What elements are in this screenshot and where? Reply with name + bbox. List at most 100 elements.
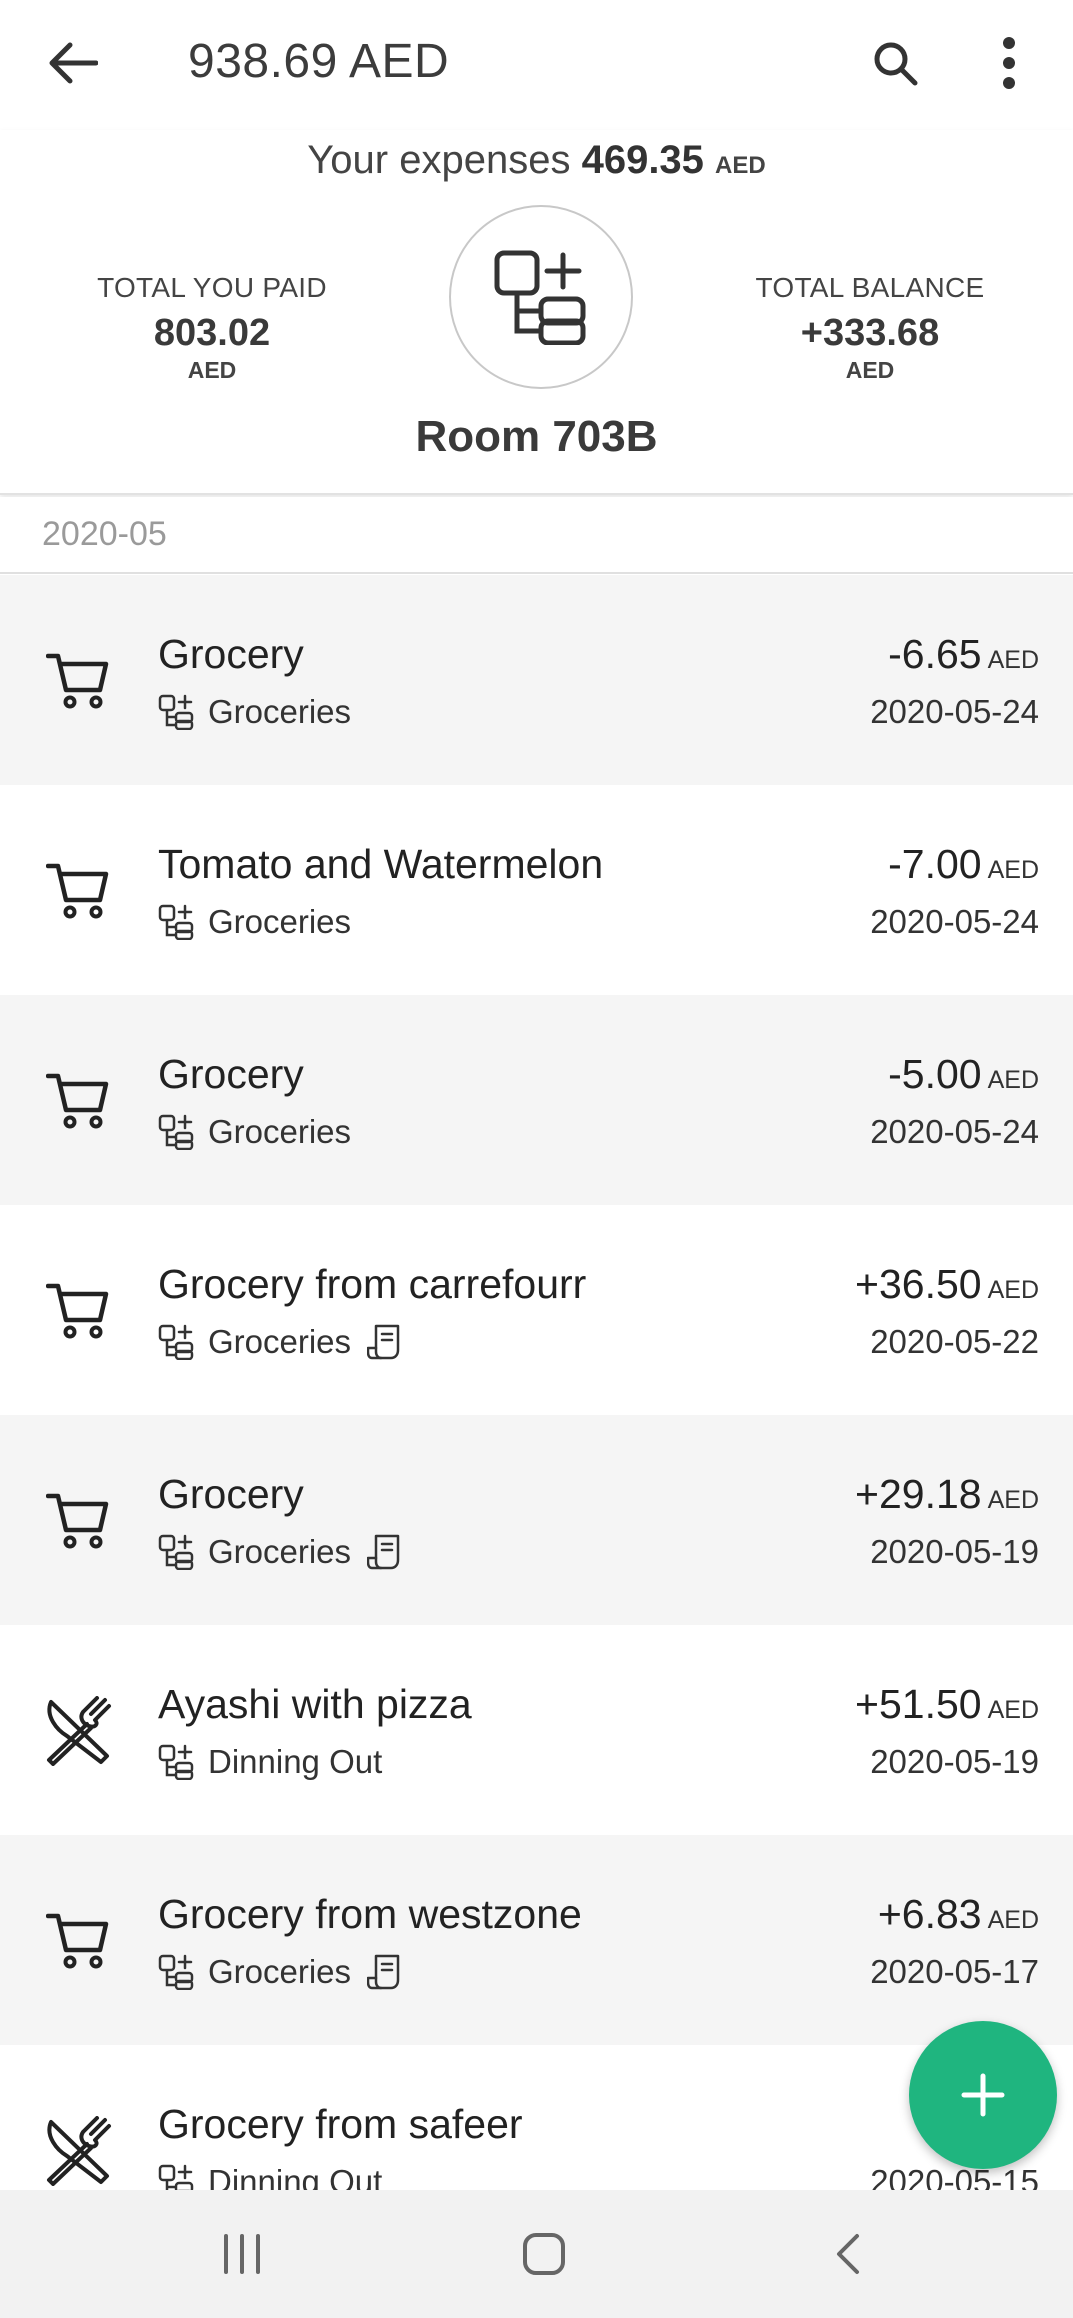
group-category-icon[interactable] bbox=[449, 205, 633, 389]
total-paid-value: 803.02 bbox=[153, 312, 271, 354]
group-name: Room 703B bbox=[415, 412, 658, 461]
expense-amount-unit: AED bbox=[987, 856, 1039, 884]
expense-amount: +29.18 AED bbox=[855, 1471, 1039, 1518]
expense-date: 2020-05-17 bbox=[870, 1953, 1039, 1990]
receipt-icon bbox=[367, 1954, 401, 1990]
your-expenses: Your expenses 469.35 AED bbox=[0, 138, 1073, 183]
expense-category: Groceries bbox=[158, 1112, 351, 1152]
search-icon[interactable] bbox=[862, 30, 928, 96]
cart-icon bbox=[40, 643, 116, 719]
expense-amount-unit: AED bbox=[987, 1906, 1039, 1934]
expense-category-label: Groceries bbox=[208, 1323, 352, 1360]
total-balance-value: +333.68 bbox=[800, 312, 940, 354]
total-balance-label: TOTAL BALANCE bbox=[755, 272, 985, 303]
expense-amount-unit: AED bbox=[987, 1276, 1039, 1304]
cart-icon bbox=[40, 1483, 116, 1559]
expense-date: 2020-05-22 bbox=[870, 1323, 1039, 1360]
expense-title: Grocery from carrefourr bbox=[158, 1261, 587, 1307]
expense-amount-value: -5.00 bbox=[888, 1051, 982, 1097]
group-summary: Your expenses 469.35 AED TOTAL YOU PAID … bbox=[0, 130, 1073, 495]
total-paid-label: TOTAL YOU PAID bbox=[97, 272, 327, 303]
cart-icon bbox=[40, 1273, 116, 1349]
plus-icon bbox=[961, 2073, 1005, 2117]
category-icon bbox=[158, 1744, 194, 1780]
expense-amount: +51.50 AED bbox=[855, 1681, 1039, 1728]
category-icon bbox=[158, 904, 194, 940]
expense-category: Groceries bbox=[158, 1532, 401, 1572]
expense-row[interactable]: Grocery Groceries +29.18 AED 2020-05-19 bbox=[0, 1415, 1073, 1625]
month-label: 2020-05 bbox=[42, 515, 167, 553]
category-icon bbox=[158, 1954, 194, 1990]
your-expenses-label: Your expenses bbox=[307, 138, 571, 182]
expense-row[interactable]: Grocery from westzone Groceries +6.83 AED 20… bbox=[0, 1835, 1073, 2045]
expense-amount-value: -6.65 bbox=[888, 631, 982, 677]
expense-category: Groceries bbox=[158, 902, 351, 942]
expense-amount: -5.00 AED bbox=[888, 1051, 1039, 1098]
cart-icon bbox=[40, 853, 116, 929]
expense-date: 2020-05-24 bbox=[870, 903, 1039, 940]
expense-amount-value: -7.00 bbox=[888, 841, 982, 887]
receipt-icon bbox=[367, 1324, 401, 1360]
expense-title: Grocery bbox=[158, 1051, 304, 1097]
expense-row[interactable]: Grocery Groceries -5.00 AED 2020-05-24 bbox=[0, 995, 1073, 1205]
expense-category: Dinning Out bbox=[158, 1742, 382, 1782]
expense-amount-unit: AED bbox=[987, 1486, 1039, 1514]
expense-category: Groceries bbox=[158, 1322, 401, 1362]
expense-category-label: Groceries bbox=[208, 1113, 352, 1150]
cart-icon bbox=[40, 1903, 116, 1979]
total-paid: TOTAL YOU PAID 803.02 AED bbox=[62, 272, 362, 384]
arrow-left-icon[interactable] bbox=[40, 30, 106, 96]
expense-title: Grocery from westzone bbox=[158, 1891, 582, 1937]
expense-row[interactable]: Grocery Groceries -6.65 AED 2020-05-24 bbox=[0, 575, 1073, 785]
category-icon bbox=[158, 694, 194, 730]
your-expenses-value: 469.35 bbox=[581, 138, 704, 182]
category-icon bbox=[158, 1534, 194, 1570]
expense-category-label: Groceries bbox=[208, 693, 352, 730]
recents-icon[interactable] bbox=[212, 2224, 272, 2284]
expense-amount-unit: AED bbox=[987, 1696, 1039, 1724]
expense-date: 2020-05-24 bbox=[870, 693, 1039, 730]
expense-category-label: Groceries bbox=[208, 1533, 352, 1570]
expense-row[interactable]: Ayashi with pizza Dinning Out +51.50 AED 202… bbox=[0, 1625, 1073, 1835]
nav-back-icon[interactable] bbox=[818, 2224, 878, 2284]
system-nav-bar bbox=[0, 2190, 1073, 2318]
expense-category-label: Groceries bbox=[208, 1953, 352, 1990]
fork-knife-icon bbox=[40, 2113, 116, 2189]
expense-amount-value: +36.50 bbox=[855, 1261, 982, 1307]
total-balance: TOTAL BALANCE +333.68 AED bbox=[720, 272, 1020, 384]
fork-knife-icon bbox=[40, 1693, 116, 1769]
expense-date: 2020-05-19 bbox=[870, 1533, 1039, 1570]
month-header: 2020-05 bbox=[0, 497, 1073, 574]
app-bar: 938.69 AED bbox=[0, 0, 1073, 130]
page-title: 938.69 AED bbox=[188, 35, 450, 88]
expense-row[interactable]: Grocery from carrefourr Groceries +36.50 AE… bbox=[0, 1205, 1073, 1415]
expense-amount-value: +6.83 bbox=[877, 1891, 982, 1937]
expense-amount-value: +51.50 bbox=[855, 1681, 982, 1727]
cart-icon bbox=[40, 1063, 116, 1139]
expense-list: Grocery Groceries -6.65 AED 2020-05-24 Tomato… bbox=[0, 575, 1073, 2255]
expense-title: Grocery bbox=[158, 631, 304, 677]
expense-category-label: Dinning Out bbox=[208, 1743, 383, 1780]
more-vert-icon[interactable] bbox=[976, 30, 1042, 96]
total-paid-unit: AED bbox=[187, 357, 237, 383]
expense-amount: +36.50 AED bbox=[855, 1261, 1039, 1308]
receipt-icon bbox=[367, 1534, 401, 1570]
expense-title: Grocery from safeer bbox=[158, 2101, 523, 2147]
expense-amount: -6.65 AED bbox=[888, 631, 1039, 678]
expense-amount: -7.00 AED bbox=[888, 841, 1039, 888]
expense-date: 2020-05-24 bbox=[870, 1113, 1039, 1150]
add-expense-button[interactable] bbox=[909, 2021, 1057, 2169]
expense-amount-unit: AED bbox=[987, 1066, 1039, 1094]
expense-title: Tomato and Watermelon bbox=[158, 841, 604, 887]
expense-row[interactable]: Tomato and Watermelon Groceries -7.00 AED 20… bbox=[0, 785, 1073, 995]
expense-title: Grocery bbox=[158, 1471, 304, 1517]
expense-amount: +6.83 AED bbox=[878, 1891, 1039, 1938]
home-icon[interactable] bbox=[514, 2224, 574, 2284]
expense-title: Ayashi with pizza bbox=[158, 1681, 472, 1727]
expense-amount-unit: AED bbox=[987, 646, 1039, 674]
category-icon bbox=[158, 1324, 194, 1360]
total-balance-unit: AED bbox=[845, 357, 895, 383]
expense-category-label: Groceries bbox=[208, 903, 352, 940]
category-icon bbox=[158, 1114, 194, 1150]
your-expenses-unit: AED bbox=[715, 152, 766, 179]
